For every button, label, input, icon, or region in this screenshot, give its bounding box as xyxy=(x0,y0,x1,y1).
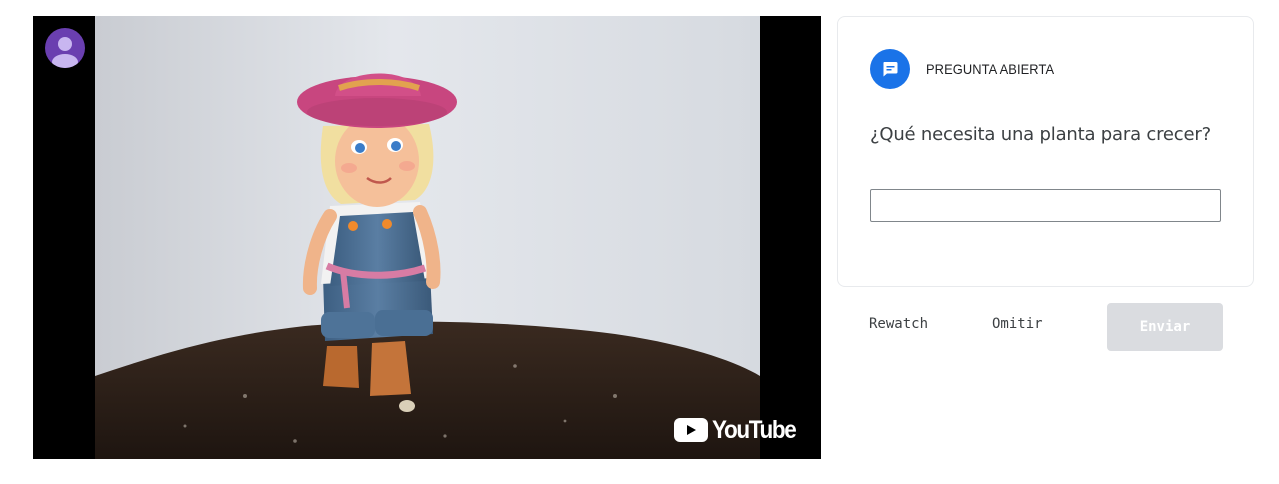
rewatch-button[interactable]: Rewatch xyxy=(869,316,928,332)
video-player[interactable]: YouTube xyxy=(33,16,821,459)
skip-button[interactable]: Omitir xyxy=(992,316,1043,332)
question-text: ¿Qué necesita una planta para crecer? xyxy=(870,124,1211,145)
submit-button[interactable]: Enviar xyxy=(1107,303,1223,351)
comment-icon xyxy=(870,49,910,89)
video-frame[interactable] xyxy=(95,16,760,459)
page: YouTube PREGUNTA ABIERTA ¿Qué necesita u… xyxy=(0,0,1279,484)
youtube-wordmark: YouTube xyxy=(712,415,797,444)
user-avatar-icon xyxy=(52,37,78,68)
answer-input[interactable] xyxy=(870,189,1221,222)
question-card: PREGUNTA ABIERTA ¿Qué necesita una plant… xyxy=(837,16,1254,287)
question-type-label: PREGUNTA ABIERTA xyxy=(926,61,1055,77)
youtube-logo[interactable]: YouTube xyxy=(674,416,805,444)
channel-avatar[interactable] xyxy=(45,28,85,68)
play-icon xyxy=(674,418,709,442)
video-thumbnail-image xyxy=(95,16,760,459)
